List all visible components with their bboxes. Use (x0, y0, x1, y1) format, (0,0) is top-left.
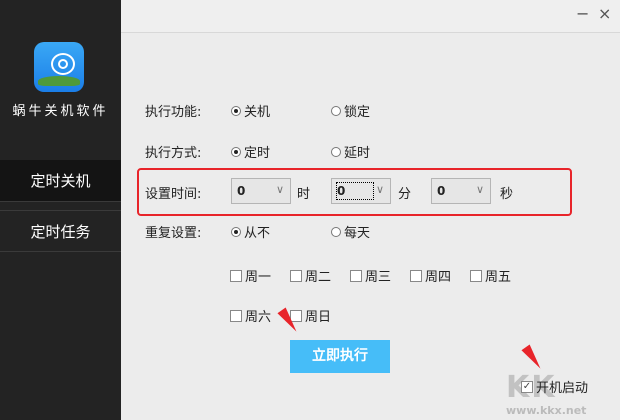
radio-icon (231, 146, 241, 157)
radio-icon (231, 105, 241, 116)
radio-never[interactable]: 从不 (231, 222, 270, 241)
checkmark-icon: ✓ (521, 380, 533, 393)
radio-icon (231, 226, 241, 237)
checkbox-thu[interactable]: 周四 (410, 266, 451, 285)
checkbox-wed[interactable]: 周三 (350, 266, 391, 285)
weekday-label: 周四 (425, 270, 452, 285)
option-label: 从不 (244, 226, 271, 241)
second-unit: 秒 (500, 187, 514, 202)
time-label: 设置时间: (145, 187, 202, 202)
option-label: 延时 (344, 146, 371, 161)
radio-icon (331, 105, 341, 116)
checkbox-mon[interactable]: 周一 (230, 266, 271, 285)
weekday-label: 周二 (305, 270, 332, 285)
checkbox-icon (290, 269, 302, 282)
radio-scheduled[interactable]: 定时 (231, 142, 270, 161)
checkbox-icon (350, 269, 362, 282)
sidebar-item-timed-task[interactable]: 定时任务 (0, 210, 121, 252)
sidebar-item-timed-shutdown[interactable]: 定时关机 (0, 160, 121, 202)
watermark-url: www.kkx.net (506, 404, 587, 417)
option-label: 每天 (344, 226, 371, 241)
checkbox-fri[interactable]: 周五 (470, 266, 511, 285)
radio-daily[interactable]: 每天 (331, 222, 370, 241)
execute-now-button[interactable]: 立即执行 (290, 340, 390, 373)
title-bar: − × (121, 0, 620, 33)
radio-icon (331, 226, 341, 237)
checkbox-icon (230, 269, 242, 282)
hour-value: 0 (237, 184, 246, 198)
hour-select[interactable]: 0 ∨ (231, 178, 291, 204)
option-label: 锁定 (344, 105, 371, 120)
weekday-label: 周六 (245, 310, 272, 325)
close-button[interactable]: × (598, 4, 611, 23)
minute-value: 0 (336, 182, 374, 200)
checkbox-sat[interactable]: 周六 (230, 306, 271, 325)
minute-unit: 分 (398, 187, 412, 202)
option-label: 定时 (244, 146, 271, 161)
autostart-checkbox[interactable]: ✓ 开机启动 (521, 377, 588, 396)
radio-delay[interactable]: 延时 (331, 142, 370, 161)
app-name: 蜗牛关机软件 (12, 104, 109, 119)
chevron-down-icon: ∨ (275, 183, 284, 196)
checkbox-icon (470, 269, 482, 282)
minute-select[interactable]: 0 ∨ (331, 178, 391, 204)
sidebar: 蜗牛关机软件 定时关机 定时任务 (0, 0, 121, 420)
radio-lock[interactable]: 锁定 (331, 101, 370, 120)
weekday-label: 周三 (365, 270, 392, 285)
hour-unit: 时 (297, 187, 311, 202)
weekday-label: 周五 (485, 270, 512, 285)
second-value: 0 (437, 184, 446, 198)
checkbox-icon (230, 309, 242, 322)
mode-label: 执行方式: (145, 146, 202, 161)
radio-icon (331, 146, 341, 157)
action-label: 执行功能: (145, 105, 202, 120)
weekday-label: 周一 (245, 270, 272, 285)
second-select[interactable]: 0 ∨ (431, 178, 491, 204)
weekday-label: 周日 (305, 310, 332, 325)
chevron-down-icon: ∨ (475, 183, 484, 196)
minimize-button[interactable]: − (576, 4, 589, 23)
repeat-label: 重复设置: (145, 226, 202, 241)
checkbox-tue[interactable]: 周二 (290, 266, 331, 285)
snail-logo-icon (34, 42, 84, 92)
radio-shutdown[interactable]: 关机 (231, 101, 270, 120)
option-label: 关机 (244, 105, 271, 120)
red-arrow-icon (521, 344, 545, 372)
chevron-down-icon: ∨ (375, 183, 384, 196)
autostart-label: 开机启动 (536, 381, 589, 396)
checkbox-icon (410, 269, 422, 282)
